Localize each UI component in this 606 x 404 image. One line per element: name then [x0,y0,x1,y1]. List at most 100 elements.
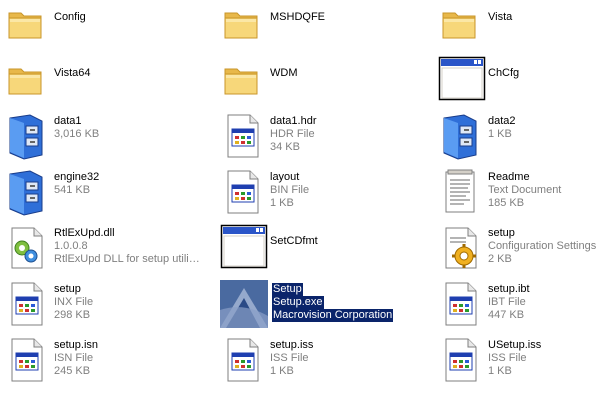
folder-icon [4,56,52,104]
file-item-usetup-iss[interactable]: USetup.iss ISS File 1 KB [438,336,606,388]
file-name: setup.isn [54,339,99,351]
file-name: MSHDQFE [270,11,325,23]
file-item-chcfg[interactable]: ChCfg [438,56,606,108]
file-name: USetup.iss [488,339,542,351]
text-document-icon [438,168,486,216]
file-detail-line-1: IBT File [488,296,526,308]
file-item-rtlexupd-dll[interactable]: RtlExUpd.dll 1.0.0.8 RtlExUpd DLL for setu… [4,224,202,276]
file-detail-line-1: 1.0.0.8 [54,240,88,252]
file-detail-line-1: Configuration Settings [488,240,597,252]
application-window-icon [220,224,268,272]
file-name: Vista64 [54,67,91,79]
file-name: setup.ibt [488,283,530,295]
file-detail-line-1: Text Document [488,184,562,196]
file-text-block: setup.isn ISN File 245 KB [54,339,202,378]
file-name: Readme [488,171,530,183]
installer-cabinet-icon [4,112,52,160]
file-name: data2 [488,115,516,127]
file-item-setup[interactable]: setup INX File 298 KB [4,280,202,332]
dll-gear-icon [4,224,52,272]
folder-icon [4,0,52,48]
file-name: Vista [488,11,513,23]
generic-file-icon [438,280,486,328]
file-text-block: setup Configuration Settings 2 KB [488,227,606,266]
file-detail-line-1: BIN File [270,184,310,196]
file-item-data1[interactable]: data1 3,016 KB [4,112,202,164]
file-item-setup[interactable]: Setup Setup.exe Macrovision Corporation [220,280,418,332]
file-tile-view: Config MSHDQFE Vista Vista64 WDM ChCfg d… [0,0,606,404]
file-text-block: Config [54,11,202,24]
file-detail-line-1: Setup.exe [272,296,324,309]
file-name: setup [488,227,515,239]
generic-file-icon [220,336,268,384]
file-item-setup-isn[interactable]: setup.isn ISN File 245 KB [4,336,202,388]
generic-file-icon [220,168,268,216]
file-item-engine32[interactable]: engine32 541 KB [4,168,202,220]
file-item-layout[interactable]: layout BIN File 1 KB [220,168,418,220]
generic-file-icon [4,280,52,328]
file-text-block: RtlExUpd.dll 1.0.0.8 RtlExUpd DLL for setu… [54,227,202,266]
file-text-block: Readme Text Document 185 KB [488,171,606,210]
file-name: engine32 [54,171,100,183]
application-window-icon [438,56,486,104]
installer-cabinet-icon [438,112,486,160]
file-item-setup[interactable]: setup Configuration Settings 2 KB [438,224,606,276]
file-item-setup-ibt[interactable]: setup.ibt IBT File 447 KB [438,280,606,332]
file-detail-line-2: RtlExUpd DLL for setup utility ... [54,253,202,265]
file-detail-line-1: 3,016 KB [54,128,100,140]
file-name: Setup [272,283,303,296]
file-name: RtlExUpd.dll [54,227,115,239]
file-item-vista[interactable]: Vista [438,0,606,52]
file-detail-line-1: INX File [54,296,94,308]
file-detail-line-2: 185 KB [488,197,525,209]
file-text-block: setup.iss ISS File 1 KB [270,339,418,378]
file-text-block: setup.ibt IBT File 447 KB [488,283,606,322]
file-text-block: WDM [270,67,418,80]
file-detail-line-2: 1 KB [488,365,512,377]
setup-exe-icon [220,280,268,328]
file-detail-line-2: Macrovision Corporation [272,309,394,322]
file-item-config[interactable]: Config [4,0,202,52]
folder-icon [220,0,268,48]
installer-cabinet-icon [4,168,52,216]
file-detail-line-2: 34 KB [270,141,300,153]
file-item-vista64[interactable]: Vista64 [4,56,202,108]
file-name: data1.hdr [270,115,317,127]
file-text-block: engine32 541 KB [54,171,202,197]
file-text-block: data2 1 KB [488,115,606,141]
generic-file-icon [438,336,486,384]
file-detail-line-2: 1 KB [270,197,294,209]
file-text-block: setup INX File 298 KB [54,283,202,322]
folder-icon [438,0,486,48]
file-name: SetCDfmt [270,235,318,247]
file-name: ChCfg [488,67,520,79]
file-name: setup [54,283,81,295]
file-detail-line-1: 541 KB [54,184,91,196]
file-item-data2[interactable]: data2 1 KB [438,112,606,164]
file-item-setup-iss[interactable]: setup.iss ISS File 1 KB [220,336,418,388]
file-detail-line-2: 2 KB [488,253,512,265]
file-item-data1-hdr[interactable]: data1.hdr HDR File 34 KB [220,112,418,164]
file-text-block: layout BIN File 1 KB [270,171,418,210]
file-text-block: data1 3,016 KB [54,115,202,141]
file-name: WDM [270,67,298,79]
file-detail-line-2: 298 KB [54,309,91,321]
file-detail-line-1: ISS File [270,352,309,364]
file-name: setup.iss [270,339,314,351]
file-text-block: USetup.iss ISS File 1 KB [488,339,606,378]
file-text-block: Vista [488,11,606,24]
folder-icon [220,56,268,104]
file-text-block: SetCDfmt [270,235,418,248]
generic-file-icon [4,336,52,384]
file-item-wdm[interactable]: WDM [220,56,418,108]
generic-file-icon [220,112,268,160]
file-item-readme[interactable]: Readme Text Document 185 KB [438,168,606,220]
file-item-mshdqfe[interactable]: MSHDQFE [220,0,418,52]
config-settings-icon [438,224,486,272]
file-text-block: MSHDQFE [270,11,418,24]
file-item-setcdfmt[interactable]: SetCDfmt [220,224,418,276]
file-detail-line-2: 1 KB [270,365,294,377]
file-text-block: Setup Setup.exe Macrovision Corporation [272,283,394,322]
file-text-block: ChCfg [488,67,606,80]
file-detail-line-2: 447 KB [488,309,525,321]
